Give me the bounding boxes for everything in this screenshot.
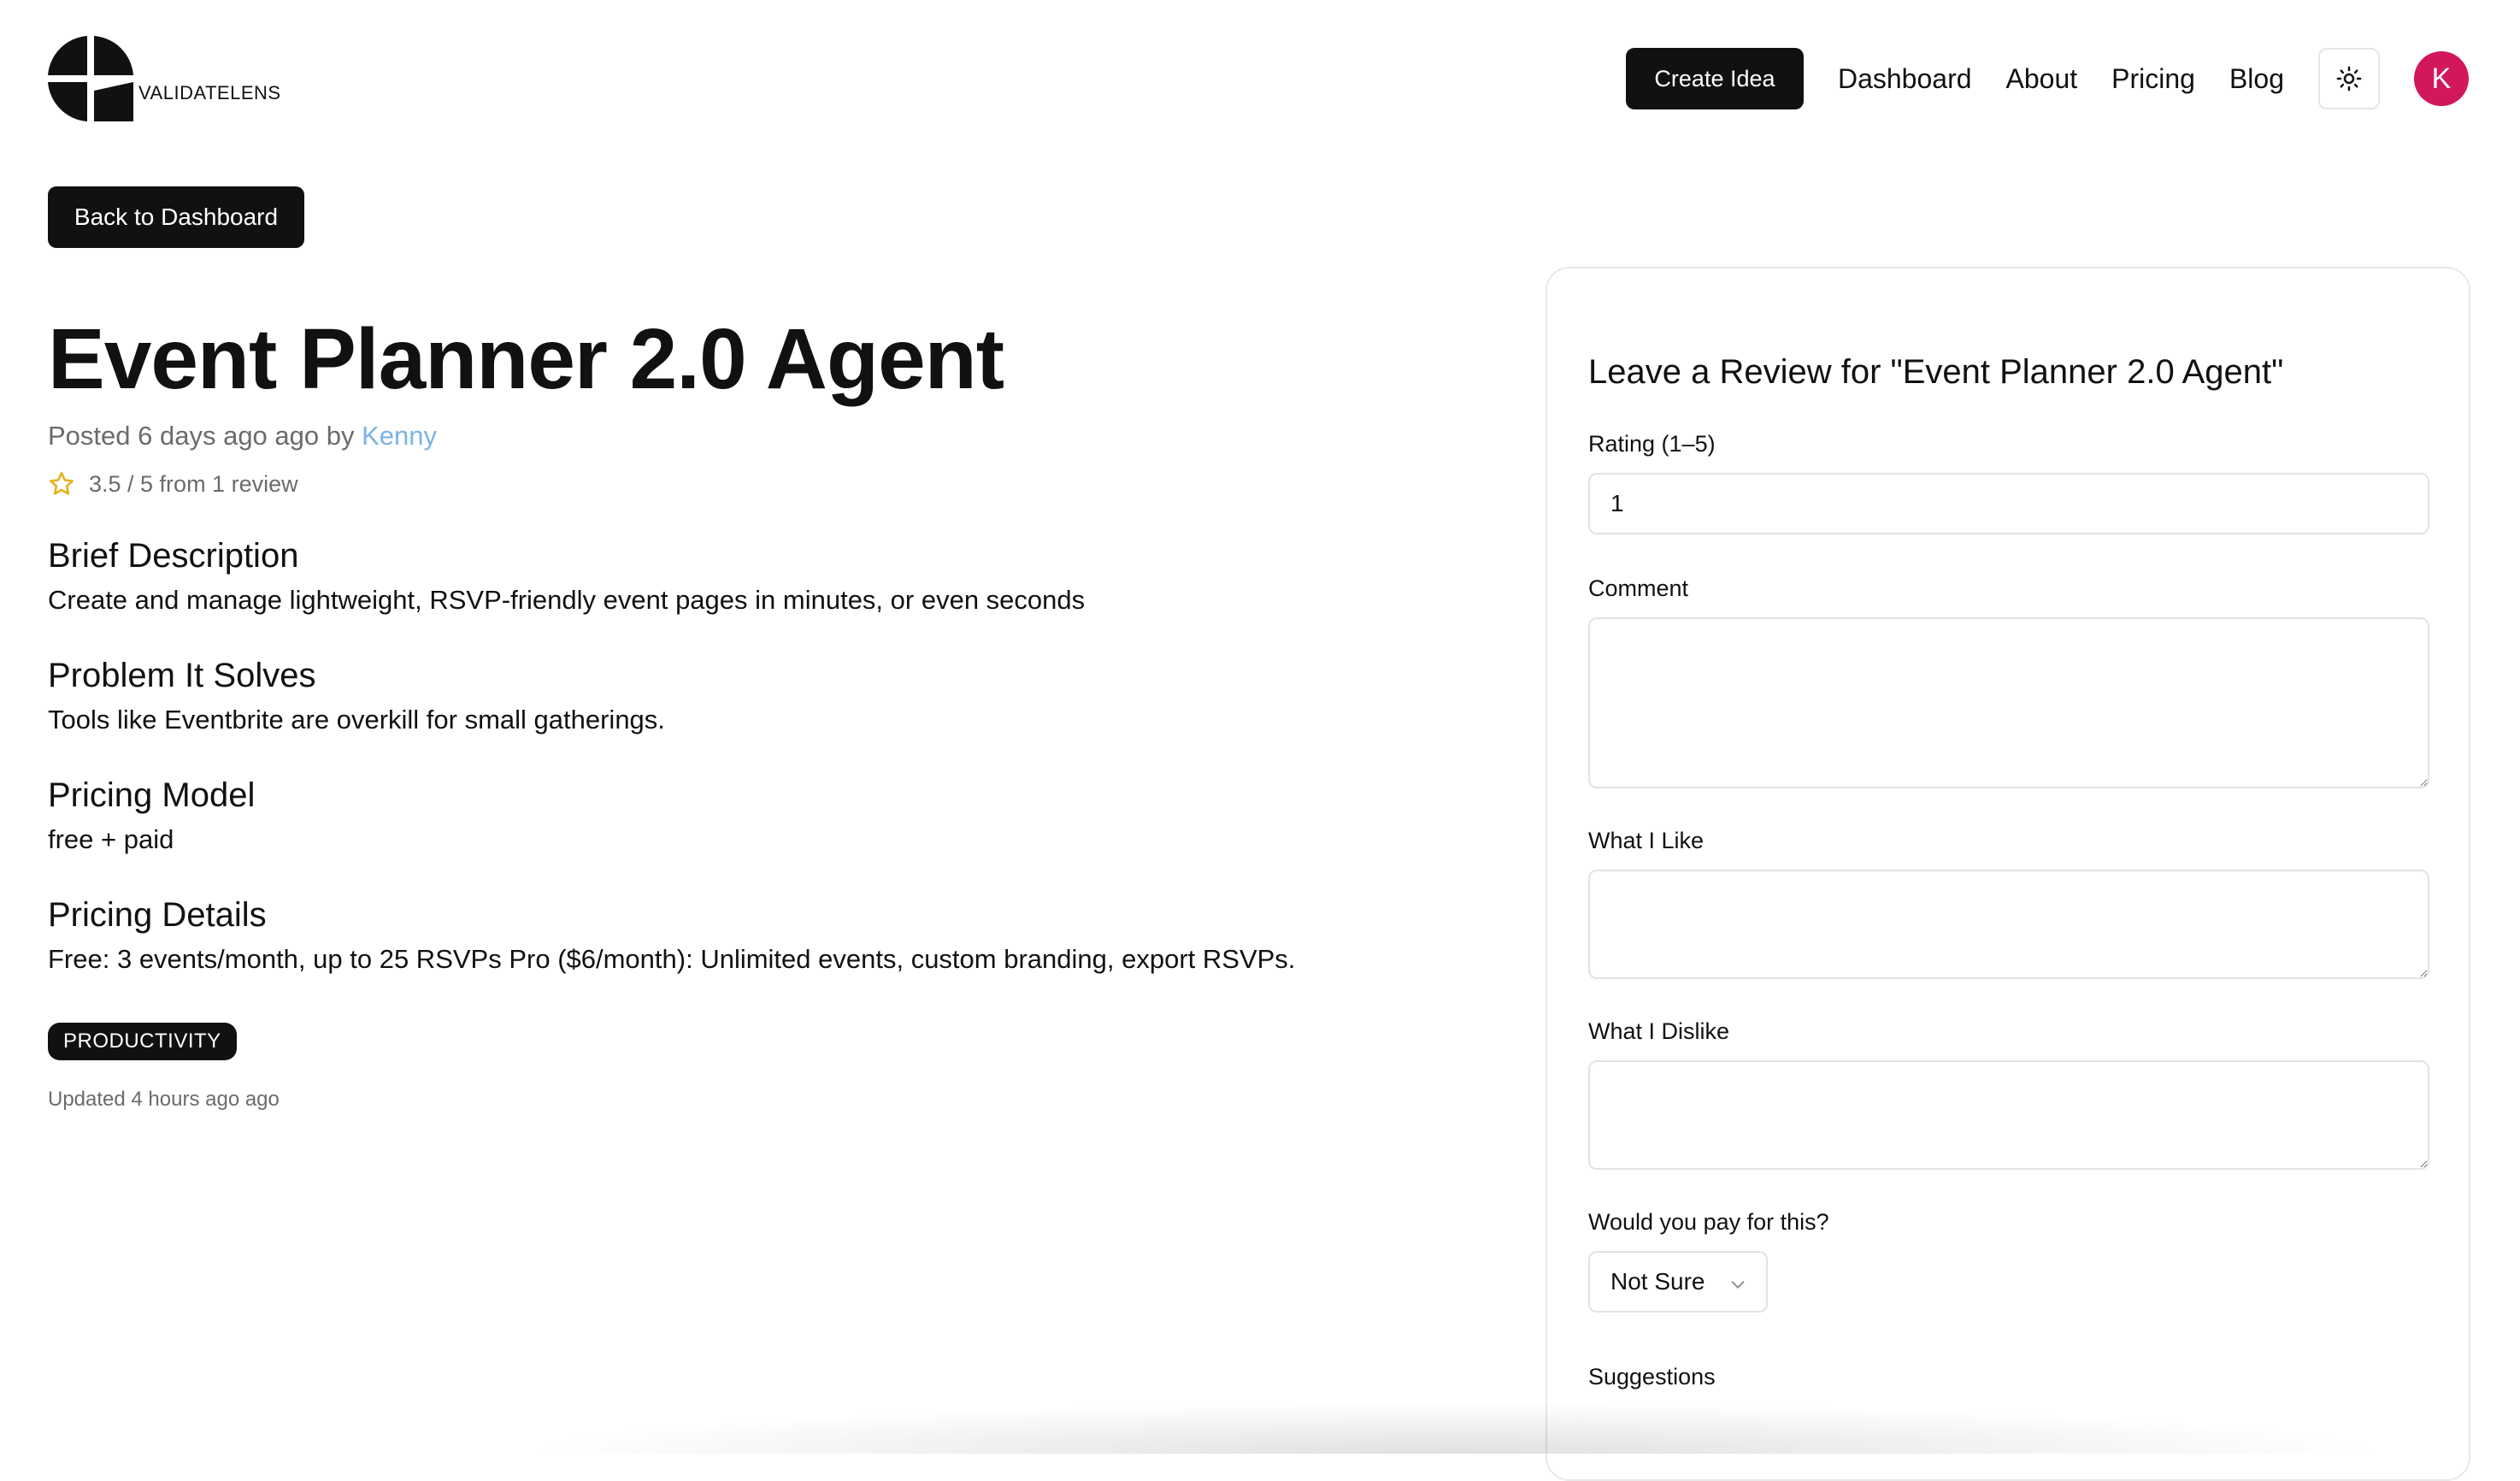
updated-timestamp: Updated 4 hours ago ago: [48, 1088, 280, 1111]
nav-link-pricing[interactable]: Pricing: [2111, 63, 2195, 95]
review-card: Leave a Review for "Event Planner 2.0 Ag…: [1546, 267, 2470, 1481]
rating-text: 3.5 / 5 from 1 review: [89, 470, 298, 497]
section-body: free + paid: [48, 824, 174, 854]
comment-textarea[interactable]: [1588, 617, 2429, 788]
review-title: Leave a Review for "Event Planner 2.0 Ag…: [1588, 353, 2284, 391]
suggestions-label: Suggestions: [1588, 1364, 1716, 1390]
review-form: Leave a Review for "Event Planner 2.0 Ag…: [1588, 351, 2429, 1390]
pay-select-value: Not Sure: [1610, 1268, 1705, 1295]
section-pricing-model: Pricing Model free + paid: [48, 775, 1501, 857]
like-label: What I Like: [1588, 828, 1705, 853]
section-heading: Brief Description: [48, 537, 299, 575]
author-link[interactable]: Kenny: [362, 421, 437, 451]
section-heading: Pricing Details: [48, 896, 267, 934]
section-body: Create and manage lightweight, RSVP-frie…: [48, 585, 1086, 615]
brand-logo[interactable]: VALIDATELENS: [48, 36, 281, 121]
brand-name: VALIDATELENS: [138, 82, 281, 103]
section-pricing-details: Pricing Details Free: 3 events/month, up…: [48, 894, 1501, 977]
star-icon: [50, 472, 74, 495]
dislike-label: What I Dislike: [1588, 1018, 1730, 1044]
nav-link-dashboard[interactable]: Dashboard: [1838, 63, 1972, 95]
section-heading: Problem It Solves: [48, 657, 316, 694]
posted-meta: Posted 6 days ago ago by Kenny: [48, 421, 1501, 451]
rating-summary: 3.5 / 5 from 1 review: [48, 470, 1501, 498]
section-heading: Pricing Model: [48, 776, 256, 814]
nav-link-about[interactable]: About: [2006, 63, 2078, 95]
section-body: Free: 3 events/month, up to 25 RSVPs Pro…: [48, 944, 1296, 974]
comment-label: Comment: [1588, 575, 1689, 601]
sun-icon: [2336, 66, 2362, 91]
user-avatar[interactable]: K: [2414, 51, 2469, 106]
section-brief-description: Brief Description Create and manage ligh…: [48, 535, 1501, 617]
pay-select[interactable]: Not Sure: [1588, 1251, 1768, 1313]
top-nav: Create Idea Dashboard About Pricing Blog…: [1625, 48, 2469, 109]
pay-label: Would you pay for this?: [1588, 1209, 1829, 1235]
category-badge: PRODUCTIVITY: [48, 1023, 237, 1060]
like-textarea[interactable]: [1588, 870, 2429, 979]
chevron-down-icon: [1731, 1281, 1745, 1289]
page-title: Event Planner 2.0 Agent: [48, 311, 1004, 407]
nav-link-blog[interactable]: Blog: [2229, 63, 2284, 95]
section-problem: Problem It Solves Tools like Eventbrite …: [48, 655, 1501, 737]
create-idea-button[interactable]: Create Idea: [1625, 48, 1804, 109]
rating-label: Rating (1–5): [1588, 431, 1716, 457]
back-to-dashboard-button[interactable]: Back to Dashboard: [48, 186, 304, 248]
idea-details: Event Planner 2.0 Agent Posted 6 days ag…: [48, 308, 1501, 1112]
rating-input[interactable]: [1588, 473, 2429, 534]
logo-mark-icon: [48, 36, 133, 121]
theme-toggle-button[interactable]: [2318, 48, 2380, 109]
dislike-textarea[interactable]: [1588, 1060, 2429, 1170]
posted-text: Posted 6 days ago ago by: [48, 421, 355, 451]
section-body: Tools like Eventbrite are overkill for s…: [48, 705, 665, 735]
